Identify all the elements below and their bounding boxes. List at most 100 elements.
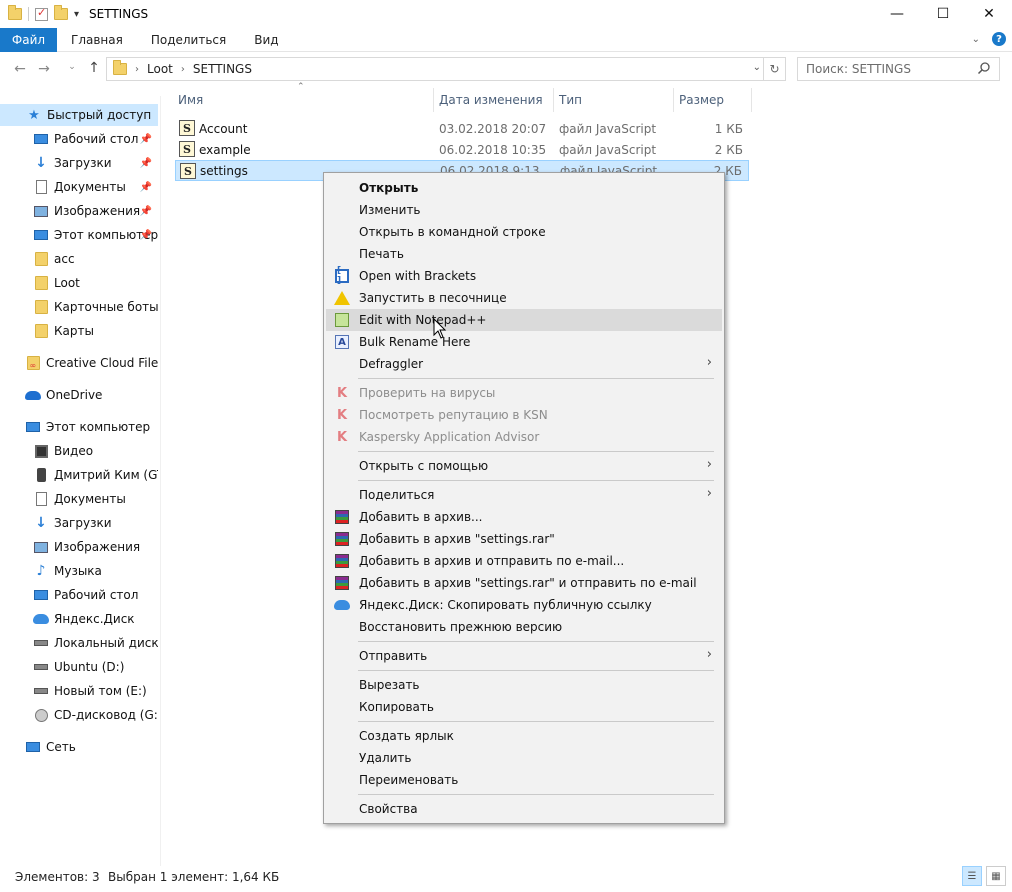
sidebar-item-loot[interactable]: Loot — [0, 272, 158, 294]
file-row[interactable]: S example 06.02.2018 10:35 файл JavaScri… — [175, 139, 749, 160]
sidebar-item-acc[interactable]: acc — [0, 248, 158, 270]
star-icon: ★ — [28, 107, 40, 123]
menu-item-open[interactable]: Открыть — [326, 177, 722, 199]
menu-item-create-shortcut[interactable]: Создать ярлык — [326, 725, 722, 747]
sidebar-item-phone[interactable]: Дмитрий Ким (GT- — [0, 464, 158, 486]
menu-item-yandex-copy-link[interactable]: Яндекс.Диск: Скопировать публичную ссылк… — [326, 594, 722, 616]
menu-item-edit-with-notepadpp[interactable]: Edit with Notepad++ — [326, 309, 722, 331]
network-icon — [25, 739, 41, 755]
chevron-down-icon[interactable]: ▾ — [74, 9, 79, 20]
tab-share[interactable]: Поделиться — [137, 28, 240, 52]
sidebar-item-pc-pictures[interactable]: Изображения — [0, 536, 158, 558]
menu-item-archive-and-email[interactable]: Добавить в архив и отправить по e-mail..… — [326, 550, 722, 572]
sidebar-item-video[interactable]: Видео — [0, 440, 158, 462]
menu-item-copy[interactable]: Копировать — [326, 696, 722, 718]
forward-arrow-icon[interactable]: → — [32, 61, 56, 77]
sidebar-item-quick-access[interactable]: ★ Быстрый доступ — [0, 104, 158, 126]
sidebar-item-onedrive[interactable]: OneDrive — [0, 384, 158, 406]
submenu-arrow-icon: › — [706, 355, 712, 370]
menu-item-open-with-brackets[interactable]: [ ] Open with Brackets — [326, 265, 722, 287]
column-header-type[interactable]: Тип — [553, 88, 673, 112]
properties-icon[interactable] — [35, 6, 48, 21]
menu-item-bulk-rename[interactable]: A Bulk Rename Here — [326, 331, 722, 353]
pin-icon[interactable]: 📌 — [140, 134, 152, 145]
up-arrow-icon[interactable]: ↑ — [82, 60, 106, 76]
sidebar-item-card-bots[interactable]: Карточные боты (1 — [0, 296, 158, 318]
new-folder-icon[interactable] — [54, 5, 68, 20]
file-row[interactable]: S Account 03.02.2018 20:07 файл JavaScri… — [175, 118, 749, 139]
sidebar-item-maps[interactable]: Карты — [0, 320, 158, 342]
column-divider[interactable] — [751, 88, 752, 112]
menu-item-run-in-sandbox[interactable]: Запустить в песочнице — [326, 287, 722, 309]
menu-item-kaspersky-advisor[interactable]: K Kaspersky Application Advisor — [326, 426, 722, 448]
tab-file[interactable]: Файл — [0, 27, 57, 52]
tab-home[interactable]: Главная — [57, 28, 137, 52]
breadcrumb-settings[interactable]: SETTINGS — [193, 62, 252, 76]
sidebar-item-downloads[interactable]: ↓ Загрузки 📌 — [0, 152, 158, 174]
sidebar-item-pc-documents[interactable]: Документы — [0, 488, 158, 510]
menu-item-send-to[interactable]: Отправить › — [326, 645, 722, 667]
large-icons-view-icon[interactable]: ▦ — [986, 866, 1006, 886]
help-icon[interactable]: ? — [992, 32, 1006, 46]
folder-icon — [113, 60, 127, 75]
sidebar-item-this-pc[interactable]: Этот компьютер — [0, 416, 158, 438]
sidebar-item-pc-desktop[interactable]: Рабочий стол — [0, 584, 158, 606]
menu-item-rename[interactable]: Переименовать — [326, 769, 722, 791]
breadcrumb-separator-icon[interactable]: › — [135, 64, 139, 75]
tab-view[interactable]: Вид — [240, 28, 292, 52]
menu-item-share[interactable]: Поделиться › — [326, 484, 722, 506]
column-header-size[interactable]: Размер — [673, 88, 751, 112]
menu-item-settings-rar-and-email[interactable]: Добавить в архив "settings.rar" и отправ… — [326, 572, 722, 594]
menu-item-open-in-cmd[interactable]: Открыть в командной строке — [326, 221, 722, 243]
menu-item-defraggler[interactable]: Defraggler › — [326, 353, 722, 375]
menu-item-add-to-settings-rar[interactable]: Добавить в архив "settings.rar" — [326, 528, 722, 550]
sidebar-item-network[interactable]: Сеть — [0, 736, 158, 758]
sidebar-item-drive-d[interactable]: Ubuntu (D:) — [0, 656, 158, 678]
menu-item-cut[interactable]: Вырезать — [326, 674, 722, 696]
navigation-pane-divider[interactable] — [160, 96, 161, 866]
pin-icon[interactable]: 📌 — [140, 230, 152, 241]
documents-icon — [33, 491, 49, 507]
menu-item-restore-previous[interactable]: Восстановить прежнюю версию — [326, 616, 722, 638]
search-input[interactable]: Поиск: SETTINGS — [797, 57, 1000, 81]
expand-ribbon-icon[interactable]: ⌄ — [972, 34, 980, 45]
pin-icon[interactable]: 📌 — [140, 158, 152, 169]
sidebar-item-pc-downloads[interactable]: ↓ Загрузки — [0, 512, 158, 534]
column-header-date[interactable]: Дата изменения — [433, 88, 553, 112]
status-bar: Элементов: 3 Выбран 1 элемент: 1,64 КБ ☰… — [0, 866, 1012, 888]
address-dropdown-icon[interactable]: ⌄ — [753, 62, 761, 73]
menu-item-properties[interactable]: Свойства — [326, 798, 722, 820]
menu-item-ksn-reputation[interactable]: K Посмотреть репутацию в KSN — [326, 404, 722, 426]
sidebar-item-drive-c[interactable]: Локальный диск (C — [0, 632, 158, 654]
pin-icon[interactable]: 📌 — [140, 182, 152, 193]
sidebar-item-desktop[interactable]: Рабочий стол 📌 — [0, 128, 158, 150]
pin-icon[interactable]: 📌 — [140, 206, 152, 217]
menu-item-scan-viruses[interactable]: K Проверить на вирусы — [326, 382, 722, 404]
sidebar-item-pictures[interactable]: Изображения 📌 — [0, 200, 158, 222]
sidebar-item-documents[interactable]: Документы 📌 — [0, 176, 158, 198]
sidebar-item-music[interactable]: ♪ Музыка — [0, 560, 158, 582]
search-icon[interactable] — [977, 61, 991, 75]
refresh-icon[interactable]: ↻ — [763, 58, 785, 80]
back-arrow-icon[interactable]: ← — [8, 61, 32, 77]
address-bar[interactable]: › Loot › SETTINGS ⌄ ↻ — [106, 57, 786, 81]
sidebar-item-drive-g[interactable]: CD-дисковод (G:) — [0, 704, 158, 726]
breadcrumb-loot[interactable]: Loot — [147, 62, 173, 76]
menu-item-open-with[interactable]: Открыть с помощью › — [326, 455, 722, 477]
menu-item-print[interactable]: Печать — [326, 243, 722, 265]
menu-item-delete[interactable]: Удалить — [326, 747, 722, 769]
maximize-button[interactable]: ☐ — [920, 0, 966, 28]
sidebar-item-this-pc-pinned[interactable]: Этот компьютер 📌 — [0, 224, 158, 246]
folder-icon — [33, 251, 49, 267]
close-button[interactable]: ✕ — [966, 0, 1012, 28]
sidebar-item-yandex-disk[interactable]: Яндекс.Диск — [0, 608, 158, 630]
sidebar-item-drive-e[interactable]: Новый том (E:) — [0, 680, 158, 702]
details-view-icon[interactable]: ☰ — [962, 866, 982, 886]
column-header-name[interactable]: Имя — [172, 88, 432, 112]
menu-item-add-to-archive[interactable]: Добавить в архив... — [326, 506, 722, 528]
menu-item-edit[interactable]: Изменить — [326, 199, 722, 221]
sidebar-item-creative-cloud[interactable]: ∞ Creative Cloud Files — [0, 352, 158, 374]
recent-locations-icon[interactable]: ⌄ — [60, 62, 84, 72]
breadcrumb-separator-icon[interactable]: › — [181, 64, 185, 75]
minimize-button[interactable]: — — [874, 0, 920, 28]
